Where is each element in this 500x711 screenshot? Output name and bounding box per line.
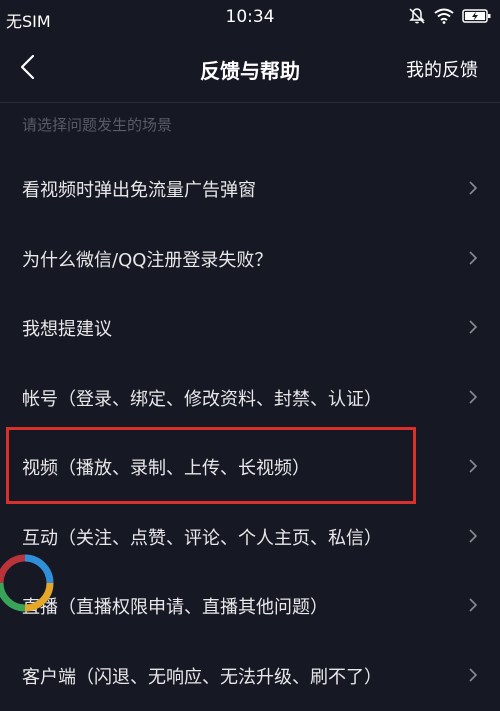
battery-charging-icon (462, 9, 491, 23)
wifi-icon (434, 8, 454, 24)
chevron-right-icon (469, 528, 478, 543)
header-divider (0, 102, 500, 103)
list-item-label: 我想提建议 (22, 319, 112, 340)
list-item-label: 客户端（闪退、无响应、无法升级、刷不了） (22, 666, 382, 688)
chevron-right-icon (469, 598, 478, 612)
list-item-label: 互动（关注、点赞、评论、个人主页、私信） (22, 527, 382, 549)
chevron-right-icon (469, 667, 478, 682)
list-item-label: 直播（直播权限申请、直播其他问题） (22, 597, 328, 618)
chevron-right-icon (469, 320, 478, 334)
chevron-right-icon (469, 181, 478, 195)
list-item-account[interactable]: 帐号（登录、绑定、修改资料、封禁、认证） (0, 363, 500, 433)
list-item-label: 帐号（登录、绑定、修改资料、封禁、认证） (22, 388, 382, 410)
list-item-client[interactable]: 客户端（闪退、无响应、无法升级、刷不了） (0, 641, 500, 711)
chevron-right-icon (469, 459, 478, 473)
mute-icon (409, 8, 425, 24)
section-hint: 请选择问题发生的场景 (22, 116, 173, 134)
list-item-free-traffic-ad[interactable]: 看视频时弹出免流量广告弹窗 (0, 154, 500, 224)
status-bar: 无SIM 10:34 (0, 0, 500, 34)
loading-spinner-icon (0, 554, 54, 612)
chevron-right-icon (469, 250, 478, 265)
my-feedback-button[interactable]: 我的反馈 (406, 56, 478, 82)
list-item-suggestion[interactable]: 我想提建议 (0, 293, 500, 363)
list-item-label: 看视频时弹出免流量广告弹窗 (22, 180, 256, 201)
list-item-live[interactable]: 直播（直播权限申请、直播其他问题） (0, 571, 500, 641)
status-icons (408, 7, 492, 25)
list-item-label: 为什么微信/QQ注册登录失败？ (22, 249, 273, 271)
list-item-login-failure[interactable]: 为什么微信/QQ注册登录失败？ (0, 224, 500, 294)
highlight-annotation-box (6, 427, 416, 504)
nav-bar: 反馈与帮助 我的反馈 (0, 34, 500, 102)
list-item-interaction[interactable]: 互动（关注、点赞、评论、个人主页、私信） (0, 502, 500, 572)
chevron-right-icon (469, 389, 478, 404)
